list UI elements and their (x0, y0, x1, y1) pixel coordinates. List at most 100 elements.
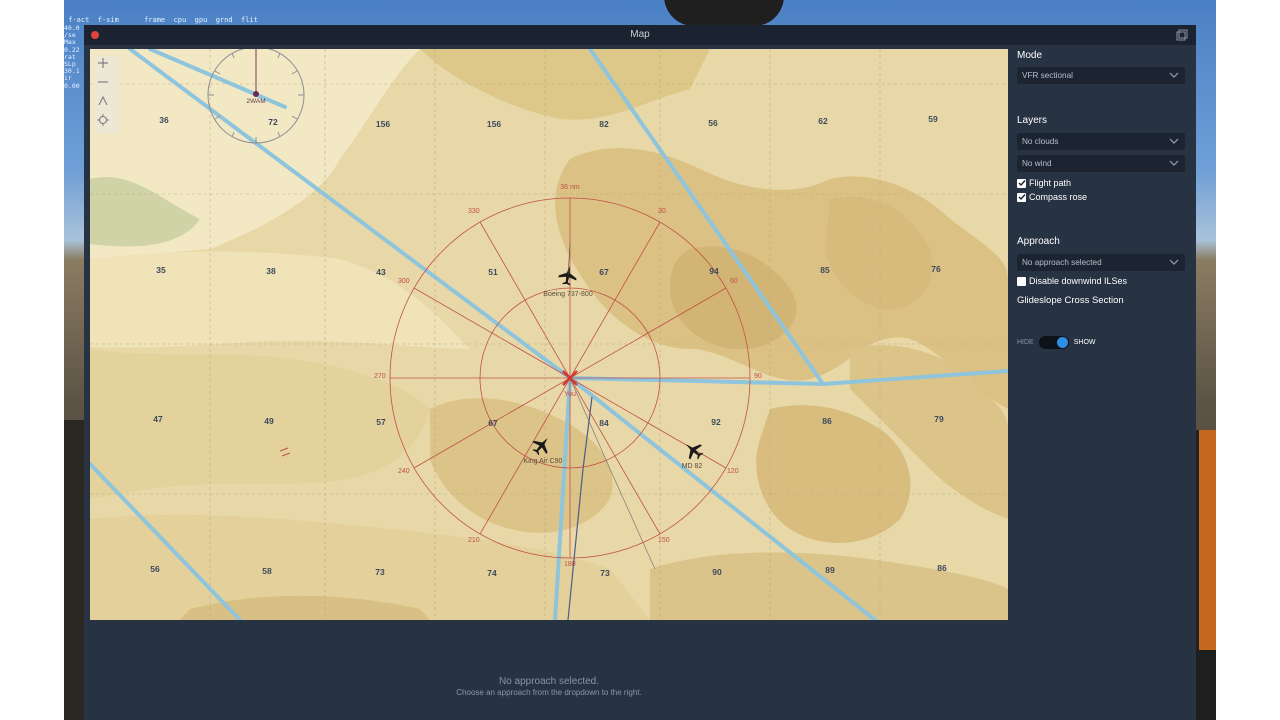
grid-elevation: 74 (487, 568, 497, 578)
cockpit-panel-right (1196, 430, 1216, 650)
grid-elevation: 73 (375, 567, 385, 577)
bearing-label: 300 (398, 278, 410, 285)
disable-downwind-ils-checkbox[interactable]: Disable downwind ILSes (1017, 275, 1127, 287)
grid-elevation: 36 (159, 115, 169, 125)
clouds-select-value: No clouds (1022, 137, 1059, 146)
checkbox-checked-icon (1017, 178, 1026, 188)
mode-select-value: VFR sectional (1022, 71, 1073, 80)
zoom-out-button[interactable] (97, 76, 117, 93)
grid-elevation: 43 (376, 267, 386, 277)
grid-elevation: 59 (928, 114, 938, 124)
ruler-button[interactable] (97, 95, 117, 112)
grid-elevation: 72 (268, 117, 278, 127)
bearing-label: 30 (658, 208, 666, 215)
grid-elevation: 92 (711, 417, 721, 427)
bearing-label: 150 (658, 537, 670, 544)
bearing-label: 180 (564, 561, 576, 568)
grid-elevation: 58 (262, 566, 272, 576)
approach-cross-section-pane: No approach selected. Choose an approach… (90, 621, 1008, 720)
chevron-down-icon (1169, 72, 1179, 78)
chevron-down-icon (1169, 160, 1179, 166)
grid-elevation: 57 (376, 417, 386, 427)
grid-elevation: 35 (156, 265, 166, 275)
grid-elevation: 86 (937, 563, 947, 573)
grid-elevation: 156 (375, 119, 391, 129)
mode-heading: Mode (1017, 50, 1043, 61)
grid-elevation: 51 (488, 267, 498, 277)
bearing-label: 90 (754, 373, 762, 380)
ruler-icon (98, 95, 108, 106)
crosshair-icon (97, 114, 109, 126)
compass-rose-checkbox[interactable]: Compass rose (1017, 191, 1087, 203)
approach-select[interactable]: No approach selected (1017, 254, 1185, 271)
glideslope-cross-section-heading: Glideslope Cross Section (1017, 295, 1124, 306)
grid-elevation: 67 (488, 418, 498, 428)
compass-rose-label: Compass rose (1029, 192, 1088, 202)
grid-elevation: 47 (153, 414, 163, 424)
chevron-down-icon (1169, 138, 1179, 144)
grid-elevation: 84 (599, 418, 609, 428)
grid-elevation: 89 (825, 565, 835, 575)
empty-state-subtitle: Choose an approach from the dropdown to … (456, 688, 642, 697)
approach-heading: Approach (1017, 236, 1060, 247)
debug-stats-values: 40.0 /se Max 0.22 rat SLp 30.1 ir 0.00 (64, 24, 86, 90)
debug-stats-header: f-act f-sim frame cpu gpu grnd flit (64, 16, 258, 24)
grid-elevation: 62 (818, 116, 828, 126)
glideslope-toggle-row: HIDE SHOW (1017, 335, 1096, 349)
grid-elevation: 56 (708, 118, 718, 128)
clouds-select[interactable]: No clouds (1017, 133, 1185, 150)
zoom-in-button[interactable] (97, 57, 117, 74)
bearing-label: 210 (468, 537, 480, 544)
chevron-down-icon (1169, 259, 1179, 265)
flight-path-label: Flight path (1029, 178, 1072, 188)
grid-elevation: 76 (931, 264, 941, 274)
layers-heading: Layers (1017, 115, 1048, 126)
mode-select[interactable]: VFR sectional (1017, 67, 1185, 84)
disable-downwind-ils-label: Disable downwind ILSes (1029, 276, 1128, 286)
wind-select[interactable]: No wind (1017, 155, 1185, 172)
cockpit-frame-top (664, 0, 784, 26)
grid-elevation: 86 (822, 416, 832, 426)
traffic-label: MD 82 (681, 463, 703, 470)
bearing-label: 60 (730, 278, 738, 285)
traffic-label: King Air C90 (523, 458, 563, 465)
checkbox-checked-icon (1017, 192, 1026, 202)
window-titlebar[interactable]: Map (84, 25, 1196, 45)
bearing-label: 240 (398, 468, 410, 475)
grid-elevation: 90 (712, 567, 722, 577)
screen: f-act f-sim frame cpu gpu grnd flit 40.0… (0, 0, 1280, 720)
bearing-label: 270 (374, 373, 386, 380)
approach-select-value: No approach selected (1022, 258, 1102, 267)
bearing-label: 120 (727, 468, 739, 475)
own-aircraft-label: You (564, 391, 576, 398)
checkbox-unchecked-icon (1017, 276, 1026, 286)
minus-icon (98, 81, 108, 83)
center-on-aircraft-button[interactable] (97, 114, 117, 131)
cockpit-frame-right (1196, 650, 1216, 720)
waypoint-label: 2WAM (246, 98, 266, 105)
range-ring-label: 36 nm (560, 184, 580, 191)
wind-select-value: No wind (1022, 159, 1052, 168)
grid-elevation: 38 (266, 266, 276, 276)
popout-window-icon[interactable] (1176, 29, 1188, 41)
grid-elevation: 79 (934, 414, 944, 424)
map-canvas[interactable]: 36 72 156 156 82 56 62 59 35 38 43 51 67… (90, 49, 1008, 620)
plus-icon (98, 58, 108, 68)
toggle-hide-label: HIDE (1017, 338, 1034, 346)
grid-elevation: 67 (599, 267, 609, 277)
glideslope-toggle[interactable] (1038, 335, 1069, 349)
grid-elevation: 85 (820, 265, 830, 275)
grid-elevation: 56 (150, 564, 160, 574)
debug-value: 0.00 (64, 81, 80, 90)
window-title: Map (630, 29, 650, 40)
toggle-knob (1056, 336, 1068, 348)
empty-state-title: No approach selected. (498, 676, 600, 687)
grid-elevation: 82 (599, 119, 609, 129)
map-toolbar (95, 56, 119, 134)
map-terrain-layer (90, 49, 1008, 620)
map-window: Map 36 72 156 156 82 56 62 59 35 38 43 5… (84, 25, 1196, 720)
flight-path-checkbox[interactable]: Flight path (1017, 177, 1071, 189)
grid-elevation: 49 (264, 416, 274, 426)
traffic-label: Boeing 737-800 (543, 291, 593, 298)
grid-elevation: 156 (486, 119, 502, 129)
